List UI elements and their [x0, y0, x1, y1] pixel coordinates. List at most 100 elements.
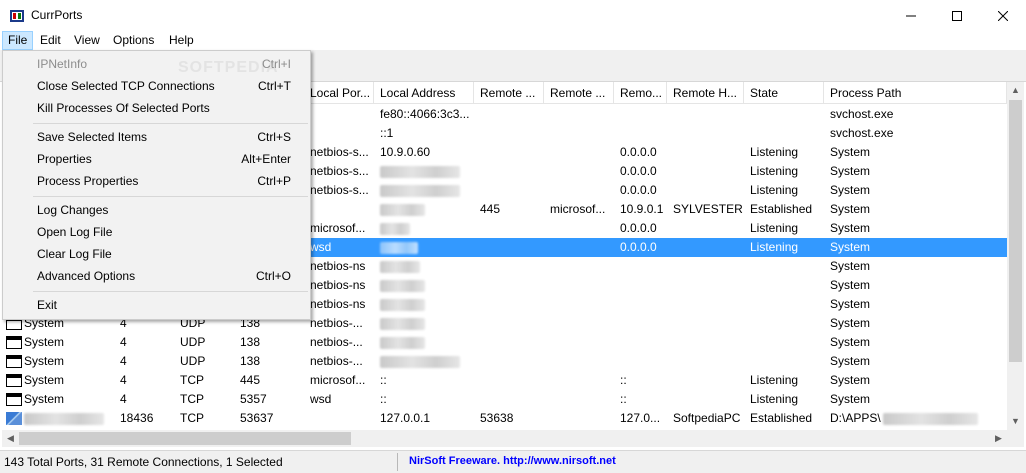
cell-text: 5357: [240, 392, 267, 406]
cell-text: Listening: [750, 183, 799, 197]
scroll-right-icon[interactable]: ▶: [990, 430, 1007, 447]
redacted-value: [380, 203, 425, 216]
cell-raddr: 10.9.0.1: [614, 200, 667, 219]
column-header[interactable]: Process Path: [824, 82, 1007, 104]
vertical-scroll-thumb[interactable]: [1009, 100, 1022, 362]
cell-rport: [474, 143, 544, 162]
close-button[interactable]: [980, 0, 1026, 31]
menu-options[interactable]: Options: [108, 31, 159, 50]
menu-file[interactable]: File: [2, 31, 34, 50]
scroll-down-icon[interactable]: ▼: [1007, 413, 1024, 430]
cell-lportname: netbios-s...: [304, 181, 374, 200]
table-row[interactable]: System 4 UDP 138 netbios-... System: [2, 333, 1007, 352]
menu-item-shortcut: Ctrl+I: [261, 57, 291, 71]
cell-text: TCP: [180, 392, 204, 406]
cell-lportname: netbios-...: [304, 314, 374, 333]
redacted-value: [380, 241, 418, 254]
cell-rhost: [667, 143, 744, 162]
menu-item-save-selected-items[interactable]: Save Selected Items Ctrl+S: [5, 127, 308, 148]
menu-item-process-properties[interactable]: Process Properties Ctrl+P: [5, 171, 308, 192]
column-header[interactable]: Local Por...: [304, 82, 374, 104]
cell-laddr: [374, 314, 474, 333]
column-header[interactable]: Remote H...: [667, 82, 744, 104]
menu-item-properties[interactable]: Properties Alt+Enter: [5, 149, 308, 170]
menu-item-close-selected-tcp-connections[interactable]: Close Selected TCP Connections Ctrl+T: [5, 76, 308, 97]
cell-lportname: [304, 105, 374, 124]
cell-pid: 18436: [114, 409, 174, 428]
scroll-up-icon[interactable]: ▲: [1007, 82, 1024, 99]
cell-text: wsd: [310, 392, 332, 406]
menu-help[interactable]: Help: [164, 31, 199, 50]
cell-lportname: netbios-s...: [304, 143, 374, 162]
cell-laddr: [374, 238, 474, 257]
menu-item-label: IPNetInfo: [37, 57, 88, 71]
cell-raddr: 0.0.0.0: [614, 162, 667, 181]
cell-laddr: [374, 352, 474, 371]
menu-edit[interactable]: Edit: [35, 31, 66, 50]
table-row[interactable]: 18436 TCP 53637 127.0.0.1 53638 127.0... Softp…: [2, 409, 1007, 428]
column-header[interactable]: Remote ...: [544, 82, 614, 104]
column-header[interactable]: State: [744, 82, 824, 104]
scrollbar-corner: [1007, 430, 1024, 447]
cell-rport: [474, 257, 544, 276]
cell-rportname: [544, 295, 614, 314]
minimize-button[interactable]: [888, 0, 934, 31]
menu-item-clear-log-file[interactable]: Clear Log File: [5, 244, 308, 265]
cell-rportname: [544, 181, 614, 200]
cell-text: System: [830, 240, 871, 254]
cell-lport: 445: [234, 371, 304, 390]
cell-rhost: SYLVESTER: [667, 200, 744, 219]
cell-rport: [474, 105, 544, 124]
menu-item-exit[interactable]: Exit: [5, 295, 308, 316]
cell-text: wsd: [310, 240, 332, 254]
column-header[interactable]: Remote ...: [474, 82, 544, 104]
cell-state: [744, 257, 824, 276]
cell-raddr: [614, 295, 667, 314]
cell-raddr: [614, 352, 667, 371]
menu-item-log-changes[interactable]: Log Changes: [5, 200, 308, 221]
scroll-left-icon[interactable]: ◀: [2, 430, 19, 447]
column-header[interactable]: Local Address: [374, 82, 474, 104]
menu-item-kill-processes-of-selected-ports[interactable]: Kill Processes Of Selected Ports: [5, 98, 308, 119]
cell-state: Listening: [744, 238, 824, 257]
cell-laddr: 127.0.0.1: [374, 409, 474, 428]
table-row[interactable]: System 4 TCP 445 microsof...:::: Listening Sys…: [2, 371, 1007, 390]
status-divider: [397, 453, 398, 471]
menu-item-ipnetinfo[interactable]: IPNetInfo Ctrl+I: [5, 54, 308, 75]
cell-state: [744, 124, 824, 143]
table-row[interactable]: System 4 TCP 5357 wsd:::: Listening System: [2, 390, 1007, 409]
cell-text: microsof...: [310, 221, 366, 235]
cell-text: 127.0.0.1: [380, 411, 431, 425]
cell-path: System: [824, 371, 1007, 390]
cell-text: System: [24, 354, 65, 368]
maximize-button[interactable]: [934, 0, 980, 31]
cell-name: System: [18, 333, 114, 352]
cell-state: Listening: [744, 390, 824, 409]
cell-rhost: [667, 390, 744, 409]
menu-item-shortcut: Ctrl+T: [258, 79, 291, 93]
redacted-value: [380, 336, 425, 349]
nirsoft-link[interactable]: NirSoft Freeware. http://www.nirsoft.net: [409, 455, 616, 467]
cell-laddr: fe80::4066:3c3...: [374, 105, 474, 124]
cell-raddr: [614, 333, 667, 352]
cell-path: System: [824, 162, 1007, 181]
cell-raddr: [614, 257, 667, 276]
horizontal-scroll-thumb[interactable]: [19, 432, 351, 445]
cell-lportname: netbios-ns: [304, 257, 374, 276]
cell-text: SoftpediaPC: [673, 411, 741, 425]
cell-rportname: [544, 409, 614, 428]
cell-rport: 445: [474, 200, 544, 219]
cell-laddr: [374, 333, 474, 352]
redacted-value: [380, 279, 425, 292]
cell-state: [744, 105, 824, 124]
cell-text: D:\APPS\: [830, 411, 881, 425]
table-row[interactable]: System 4 UDP 138 netbios-... System: [2, 352, 1007, 371]
menu-view[interactable]: View: [69, 31, 105, 50]
cell-text: System: [830, 145, 871, 159]
horizontal-scrollbar[interactable]: ◀ ▶: [2, 430, 1007, 447]
menu-item-open-log-file[interactable]: Open Log File: [5, 222, 308, 243]
vertical-scrollbar[interactable]: ▲ ▼: [1007, 82, 1024, 430]
cell-proto: TCP: [174, 409, 234, 428]
menu-item-advanced-options[interactable]: Advanced Options Ctrl+O: [5, 266, 308, 287]
column-header[interactable]: Remo...: [614, 82, 667, 104]
